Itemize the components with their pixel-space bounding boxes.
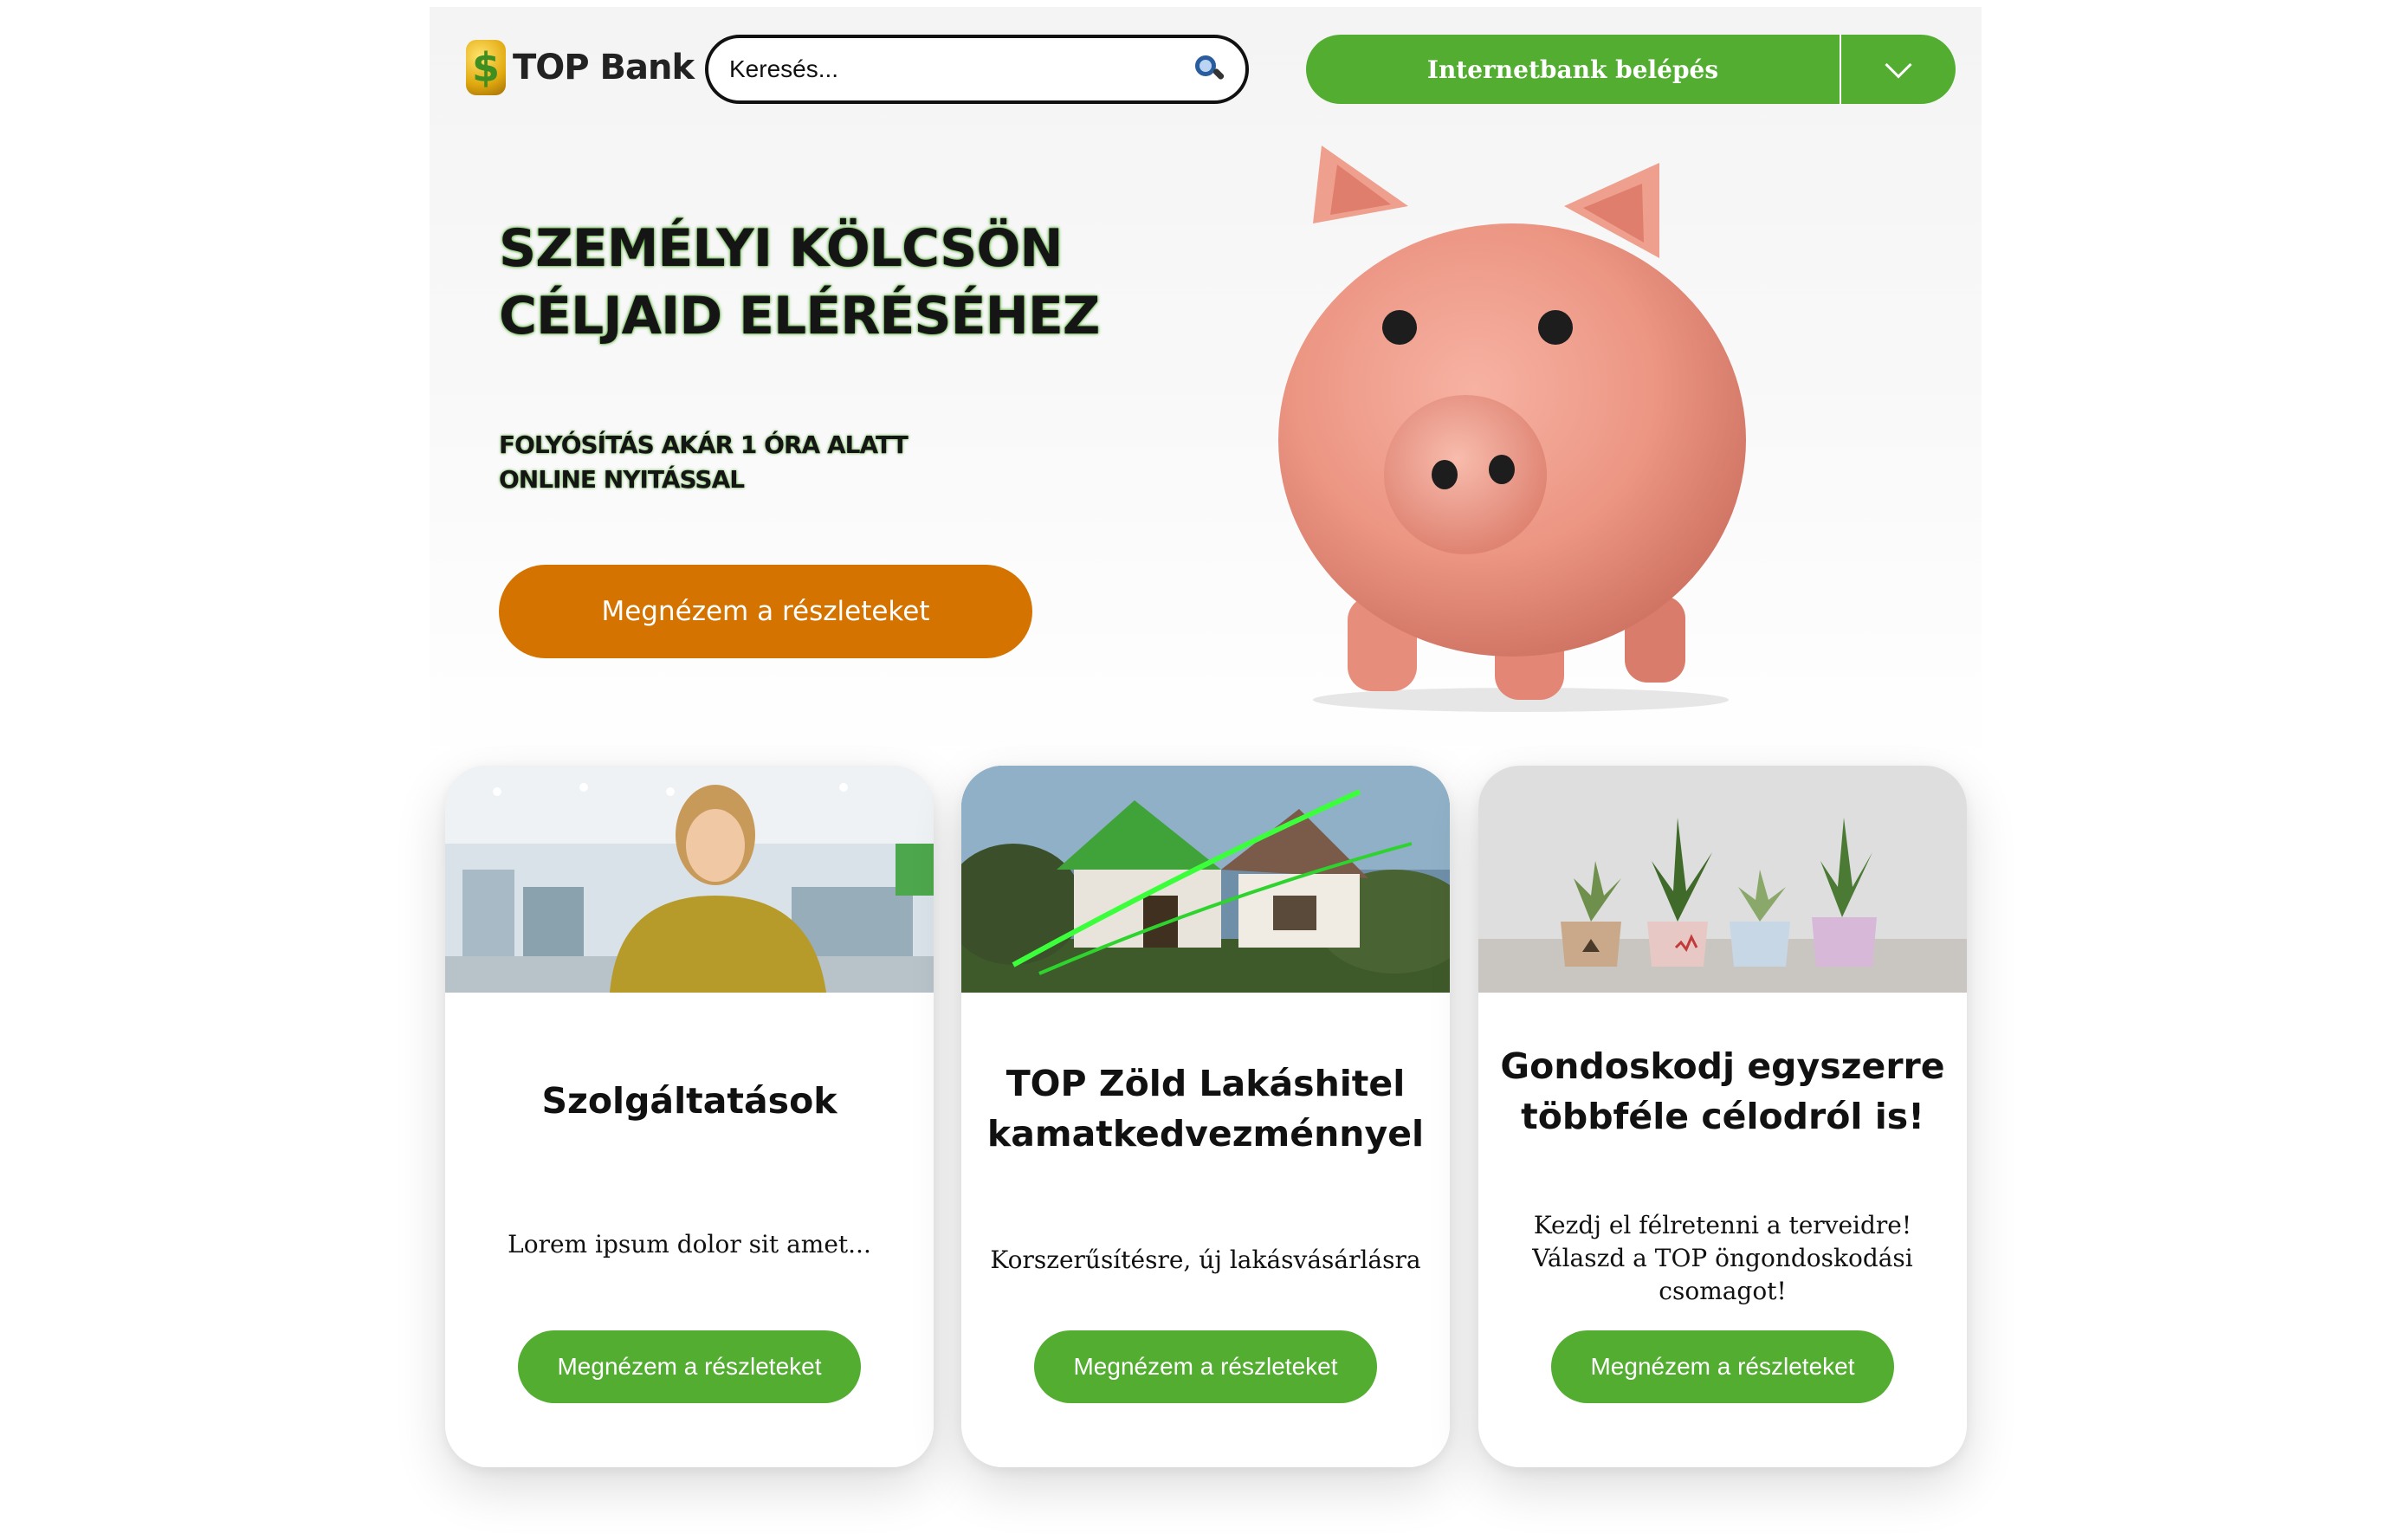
card-green-loan-image [961,766,1450,993]
search-input[interactable] [729,55,1193,83]
search-box [705,35,1249,104]
hero-title-line-1: SZEMÉLYI KÖLCSÖN [499,218,1064,279]
logo-text: TOP Bank [513,48,695,87]
hero-section: $ TOP Bank Internetbank belépés SZEMÉLYI… [430,7,1982,769]
card-green-loan: TOP Zöld Lakáshitel kamatkedvezménnyel K… [961,766,1450,1467]
logo[interactable]: $ TOP Bank [466,40,695,95]
card-self-care: Gondoskodj egyszerre többféle célodról i… [1478,766,1967,1467]
card-green-loan-text: Korszerűsítésre, új lakásvásárlásra [990,1246,1421,1274]
chevron-down-icon [1885,51,1912,79]
card-services: Szolgáltatások Lorem ipsum dolor sit ame… [445,766,934,1467]
card-green-loan-button[interactable]: Megnézem a részleteket [1034,1330,1377,1403]
hero-title: SZEMÉLYI KÖLCSÖN CÉLJAID ELÉRÉSÉHEZ [499,215,1100,350]
card-green-loan-title: TOP Zöld Lakáshitel kamatkedvezménnyel [986,1063,1425,1155]
login-dropdown-toggle[interactable] [1841,35,1956,104]
card-self-care-title: Gondoskodj egyszerre többféle célodról i… [1500,1045,1945,1137]
card-self-care-image [1478,766,1967,993]
card-services-text: Lorem ipsum dolor sit amet... [508,1230,871,1259]
hero-title-line-2: CÉLJAID ELÉRÉSÉHEZ [499,286,1100,346]
card-services-title: Szolgáltatások [541,1080,837,1122]
hero-details-button[interactable]: Megnézem a részleteket [499,565,1032,658]
internetbank-login: Internetbank belépés [1306,35,1956,104]
hero-subtitle: FOLYÓSÍTÁS AKÁR 1 ÓRA ALATT ONLINE NYITÁ… [499,428,909,497]
dollar-coin-icon: $ [466,40,506,95]
search-icon[interactable] [1193,54,1225,85]
piggy-bank-image [1278,146,1746,712]
card-self-care-text: Kezdj el félretenni a terveidre! Válaszd… [1532,1211,1913,1305]
card-services-button[interactable]: Megnézem a részleteket [518,1330,861,1403]
internetbank-login-button[interactable]: Internetbank belépés [1306,35,1841,104]
card-self-care-button[interactable]: Megnézem a részleteket [1551,1330,1894,1403]
hero-subtitle-line-1: FOLYÓSÍTÁS AKÁR 1 ÓRA ALATT [499,430,909,459]
card-services-image [445,766,934,993]
hero-subtitle-line-2: ONLINE NYITÁSSAL [499,465,745,494]
page: $ TOP Bank Internetbank belépés SZEMÉLYI… [430,7,1982,1533]
